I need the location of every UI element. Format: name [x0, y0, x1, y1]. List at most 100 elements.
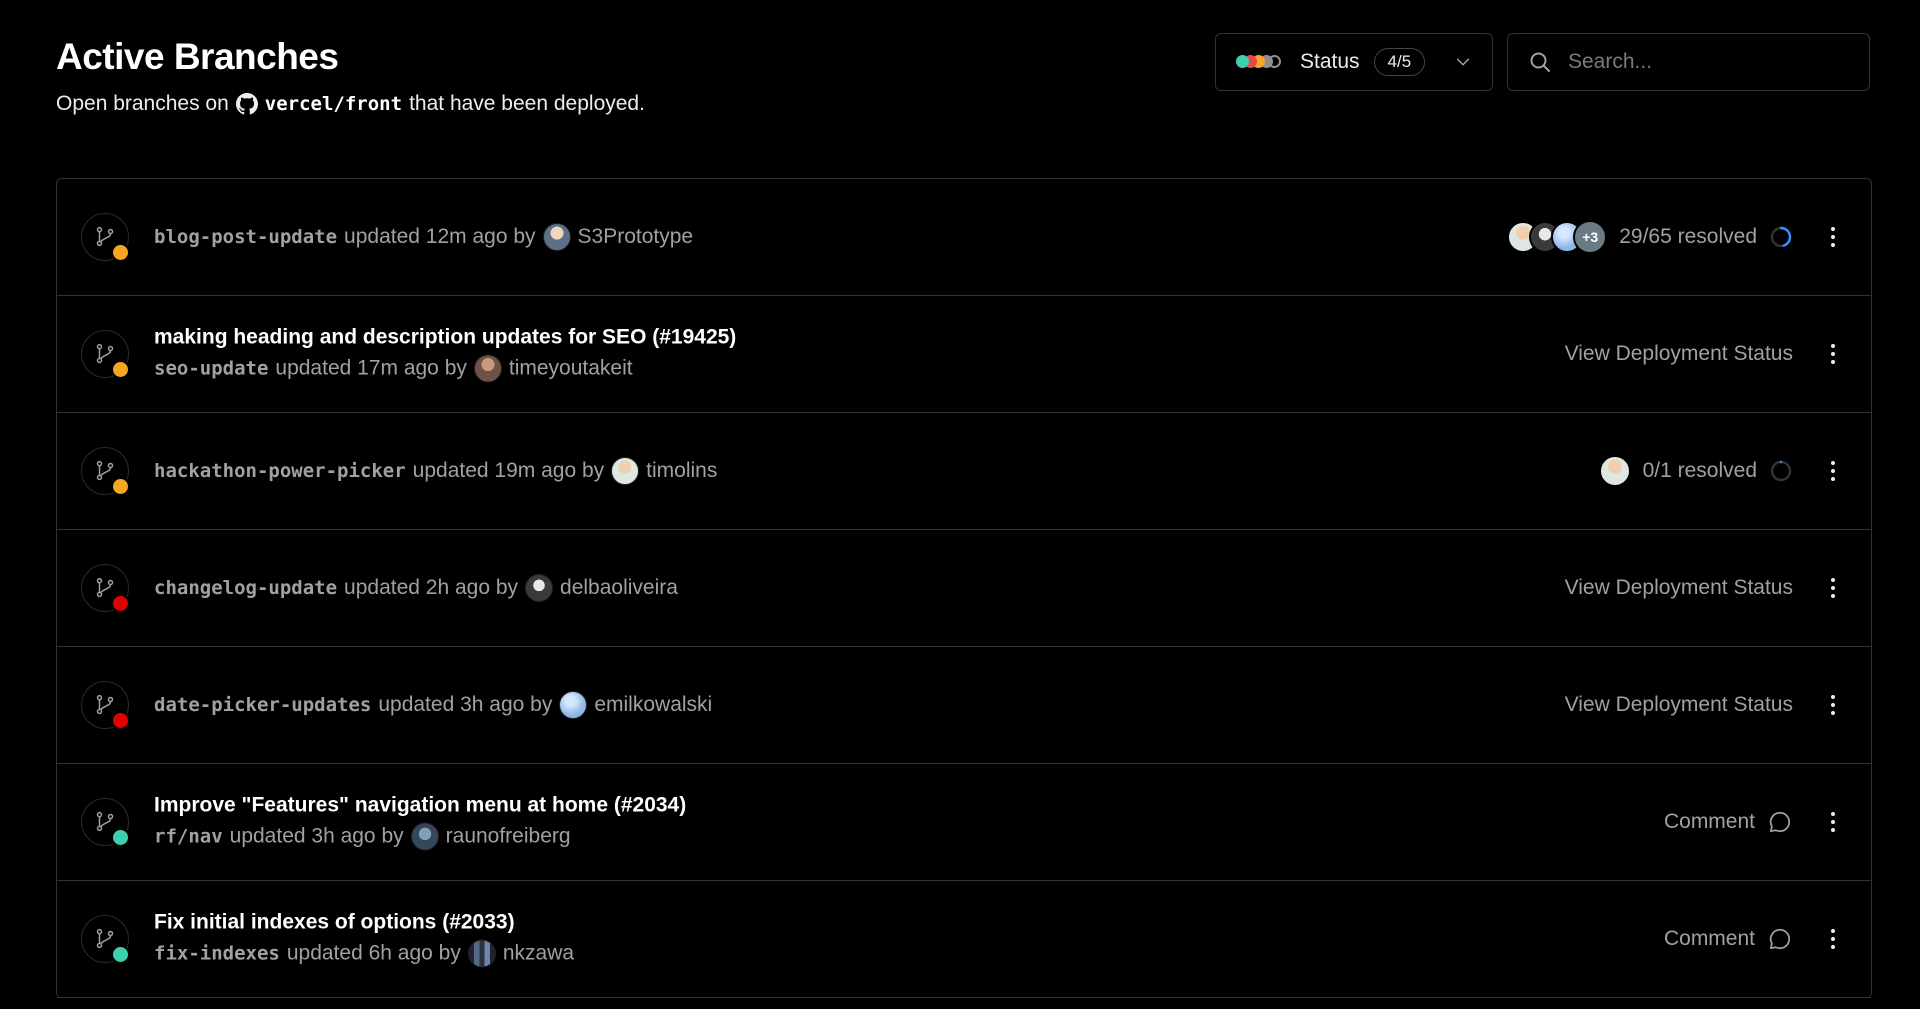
branch-content: hackathon-power-picker updated 19m ago by… [154, 457, 717, 485]
search-box[interactable] [1507, 33, 1870, 91]
git-branch-glyph [96, 460, 114, 481]
author-name[interactable]: nkzawa [503, 942, 574, 966]
git-branch-glyph [96, 343, 114, 364]
updated-text: updated 3h ago by [378, 693, 553, 716]
page: Active Branches Open branches on vercel/… [0, 0, 1920, 1009]
avatar [1598, 455, 1631, 487]
status-filter-button[interactable]: Status 4/5 [1215, 33, 1493, 91]
view-deployment-status-link[interactable]: View Deployment Status [1565, 693, 1793, 717]
branch-meta: blog-post-update updated 12m ago by S3Prot… [154, 223, 693, 251]
comment-icon[interactable] [1767, 926, 1793, 952]
branch-row[interactable]: making heading and description updates f… [57, 296, 1871, 413]
subtitle-suffix: that have been deployed. [409, 92, 645, 115]
progress-ring-icon [1770, 226, 1792, 248]
git-branch-icon [81, 330, 130, 379]
more-options-icon[interactable] [1825, 457, 1841, 485]
branch-name[interactable]: hackathon-power-picker [154, 460, 406, 482]
branch-meta: hackathon-power-picker updated 19m ago by… [154, 457, 717, 485]
status-indicator [111, 477, 130, 496]
pr-title[interactable]: Improve "Features" navigation menu at ho… [154, 794, 686, 818]
comment-icon[interactable] [1767, 809, 1793, 835]
pr-title[interactable]: making heading and description updates f… [154, 326, 736, 350]
branch-meta: seo-update updated 17m ago by timeyoutakei… [154, 354, 736, 383]
avatar [467, 939, 496, 968]
chevron-down-icon [1456, 58, 1470, 66]
status-dots-icon [1236, 55, 1286, 69]
branch-list: blog-post-update updated 12m ago by S3Prot… [56, 178, 1872, 998]
updated-text: updated 12m ago by [344, 225, 536, 248]
search-icon [1530, 52, 1550, 72]
git-branch-icon [81, 681, 130, 730]
branch-row[interactable]: date-picker-updates updated 3h ago by emil… [57, 647, 1871, 764]
author-name[interactable]: raunofreiberg [446, 825, 571, 849]
avatar [473, 354, 502, 383]
more-options-icon[interactable] [1825, 808, 1841, 836]
github-icon [235, 93, 258, 115]
page-header: Active Branches Open branches on vercel/… [56, 36, 645, 116]
row-actions: +3 29/65 resolved [1507, 220, 1793, 254]
row-actions: Comment [1664, 809, 1793, 835]
branch-name[interactable]: seo-update [154, 358, 268, 380]
reviewer-avatars [1598, 455, 1631, 487]
author-name[interactable]: emilkowalski [594, 693, 712, 717]
more-options-icon[interactable] [1825, 340, 1841, 368]
branch-name[interactable]: rf/nav [154, 826, 223, 848]
branch-content: Improve "Features" navigation menu at ho… [154, 794, 686, 851]
git-branch-icon [81, 564, 130, 613]
branch-name[interactable]: changelog-update [154, 577, 337, 599]
status-indicator [111, 360, 130, 379]
subtitle-prefix: Open branches on [56, 92, 229, 115]
status-filter-count: 4/5 [1373, 48, 1426, 76]
updated-text: updated 3h ago by [229, 824, 404, 848]
view-deployment-status-link[interactable]: View Deployment Status [1565, 576, 1793, 600]
search-input[interactable] [1566, 49, 1830, 75]
page-title: Active Branches [56, 36, 339, 77]
comment-button[interactable]: Comment [1664, 810, 1755, 834]
author-name[interactable]: delbaoliveira [560, 576, 678, 600]
status-filter-label: Status [1300, 50, 1360, 73]
comment-button[interactable]: Comment [1664, 927, 1755, 951]
repo-link[interactable]: vercel/front [265, 93, 402, 115]
page-subtitle: Open branches on vercel/front that have … [56, 92, 645, 116]
branch-name[interactable]: fix-indexes [154, 943, 280, 965]
author-name[interactable]: S3Prototype [578, 225, 694, 249]
row-actions: 0/1 resolved [1598, 455, 1793, 487]
status-indicator [111, 711, 130, 730]
progress-ring-icon [1770, 460, 1792, 482]
more-options-icon[interactable] [1825, 925, 1841, 953]
view-deployment-status-link[interactable]: View Deployment Status [1565, 342, 1793, 366]
more-options-icon[interactable] [1825, 574, 1841, 602]
branch-row[interactable]: Improve "Features" navigation menu at ho… [57, 764, 1871, 881]
row-actions: Comment [1664, 926, 1793, 952]
row-actions: View Deployment Status [1565, 342, 1793, 366]
git-branch-icon [81, 447, 130, 496]
status-dot-swatch [1236, 55, 1249, 68]
branch-meta: changelog-update updated 2h ago by delbaol… [154, 574, 678, 602]
git-branch-glyph [96, 928, 114, 949]
branch-name[interactable]: blog-post-update [154, 226, 337, 248]
updated-text: updated 2h ago by [344, 576, 519, 599]
git-branch-glyph [96, 694, 114, 715]
more-options-icon[interactable] [1825, 691, 1841, 719]
avatar [611, 457, 640, 485]
git-branch-icon [81, 213, 130, 262]
status-indicator [111, 594, 130, 613]
branch-name[interactable]: date-picker-updates [154, 694, 371, 716]
avatar [559, 691, 588, 719]
branch-row[interactable]: Fix initial indexes of options (#2033) fi… [57, 881, 1871, 998]
branch-meta: date-picker-updates updated 3h ago by emil… [154, 691, 712, 719]
updated-text: updated 6h ago by [286, 941, 461, 965]
branch-row[interactable]: hackathon-power-picker updated 19m ago by… [57, 413, 1871, 530]
branch-row[interactable]: blog-post-update updated 12m ago by S3Prot… [57, 179, 1871, 296]
git-branch-glyph [96, 226, 114, 247]
branch-row[interactable]: changelog-update updated 2h ago by delbaol… [57, 530, 1871, 647]
resolved-count: 0/1 resolved [1642, 459, 1757, 482]
updated-text: updated 17m ago by [275, 356, 467, 380]
avatar [542, 223, 571, 251]
author-name[interactable]: timolins [646, 459, 717, 483]
more-avatars-badge: +3 [1573, 220, 1608, 254]
author-name[interactable]: timeyoutakeit [509, 357, 633, 381]
more-options-icon[interactable] [1825, 223, 1841, 251]
pr-title[interactable]: Fix initial indexes of options (#2033) [154, 911, 574, 935]
reviewer-avatars: +3 [1507, 220, 1608, 254]
